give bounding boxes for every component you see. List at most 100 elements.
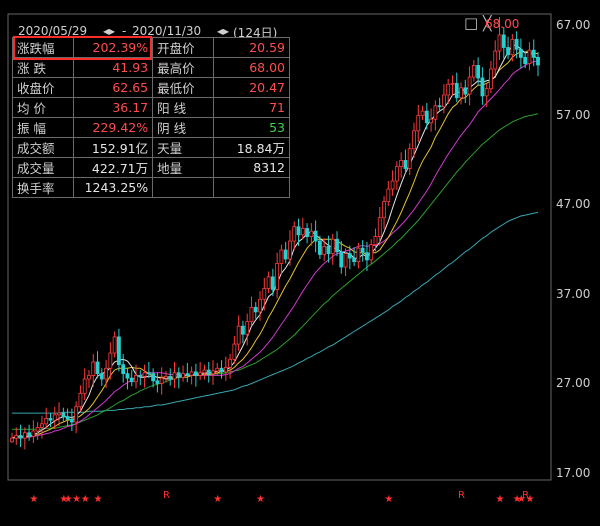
candle-body	[309, 230, 314, 237]
candle-body	[69, 418, 74, 423]
candle-body	[476, 65, 481, 79]
candle-body	[155, 380, 160, 384]
candle-body	[258, 298, 262, 313]
candle-body	[198, 372, 203, 376]
candle-body	[497, 34, 502, 52]
stat-value: 20.47	[213, 77, 290, 98]
restore-icon[interactable]: □	[464, 14, 478, 32]
candle-body	[253, 306, 258, 313]
stat-value: 68.00	[213, 57, 290, 78]
stats-row: 成交额 152.91亿 天量 18.84万	[12, 137, 290, 158]
candle-body	[463, 87, 468, 95]
y-tick-label: 67.00	[556, 18, 591, 32]
candle-body	[283, 249, 288, 260]
candle-body	[228, 358, 232, 368]
y-tick-label: 37.00	[556, 286, 591, 301]
candle-body	[223, 366, 228, 373]
candle-body	[211, 370, 215, 375]
candle-body	[121, 364, 126, 375]
candle-body	[151, 373, 156, 382]
candle-body	[168, 375, 173, 380]
candle-body	[206, 369, 211, 375]
ma60-line	[12, 211, 539, 414]
candle-body	[236, 325, 241, 345]
stat-label: 阳 线	[152, 97, 215, 118]
candle-body	[373, 236, 378, 246]
candle-body	[142, 372, 147, 377]
candle-body	[360, 247, 365, 254]
candle-body	[18, 435, 23, 439]
candle-body	[386, 188, 391, 203]
stat-label: 收盘价	[12, 77, 74, 98]
candle-body	[416, 115, 421, 132]
candle-body	[270, 276, 275, 290]
stat-label: 振 幅	[12, 117, 74, 138]
candle-body	[10, 437, 14, 443]
candle-body	[61, 412, 66, 418]
candle-body	[146, 372, 151, 375]
candle-body	[459, 87, 463, 99]
candle-body	[420, 110, 425, 117]
candle-body	[412, 130, 416, 150]
stat-value: 18.84万	[213, 137, 290, 158]
candle-body	[339, 251, 344, 268]
candle-body	[232, 343, 237, 360]
candle-body	[40, 423, 44, 428]
candle-body	[305, 228, 309, 237]
candle-body	[493, 50, 498, 70]
star-marker: ★	[384, 494, 394, 505]
stat-label: 最低价	[152, 77, 215, 98]
y-tick-label: 17.00	[556, 466, 591, 480]
candle-body	[219, 367, 224, 373]
candle-body	[365, 252, 369, 261]
candle-body	[330, 238, 335, 254]
candle-body	[313, 230, 318, 242]
stat-label: 成交额	[12, 137, 74, 158]
candle-body	[369, 244, 374, 261]
candle-body	[527, 49, 532, 65]
candle-body	[437, 105, 442, 108]
candle-body	[288, 240, 292, 260]
star-marker: ★	[495, 494, 505, 505]
stats-row: 涨 跌 41.93 最高价 68.00	[12, 57, 290, 78]
stat-value: 53	[213, 117, 290, 138]
stats-row: 成交量 422.71万 地量 8312	[12, 157, 290, 178]
candle-body	[356, 247, 361, 263]
star-marker: ★	[256, 494, 265, 505]
candle-body	[44, 418, 49, 425]
candle-body	[266, 276, 271, 289]
candle-body	[480, 77, 485, 97]
candle-body	[185, 373, 190, 376]
y-tick-label: 27.00	[556, 376, 591, 391]
date-arrows-2[interactable]: ◂▸	[217, 24, 229, 38]
candle-body	[245, 321, 250, 335]
candle-body	[510, 39, 515, 56]
stat-value: 71	[213, 97, 290, 118]
y-tick-label: 57.00	[556, 107, 591, 122]
candle-body	[35, 427, 40, 432]
candle-body	[215, 367, 220, 372]
stat-label: 换手率	[12, 177, 74, 198]
stat-label: 地量	[152, 157, 215, 178]
candle-body	[394, 166, 399, 182]
candle-body	[501, 34, 506, 48]
candle-body	[377, 217, 382, 237]
candle-body	[523, 56, 528, 65]
stat-value: 62.65	[72, 77, 154, 98]
candle-body	[95, 361, 100, 375]
candle-body	[164, 375, 168, 379]
stats-row: 振 幅 229.42% 阴 线 53	[12, 117, 290, 138]
candle-body	[31, 430, 36, 437]
candle-body	[429, 118, 433, 124]
candle-body	[347, 253, 352, 259]
candle-body	[352, 257, 357, 263]
candle-body	[27, 432, 32, 437]
candle-body	[450, 82, 455, 85]
candle-body	[202, 369, 207, 374]
candle-body	[275, 263, 280, 290]
candle-body	[176, 372, 181, 378]
candle-body	[87, 375, 91, 380]
candle-body	[433, 105, 438, 120]
candle-body	[108, 352, 113, 369]
candle-body	[390, 180, 395, 190]
